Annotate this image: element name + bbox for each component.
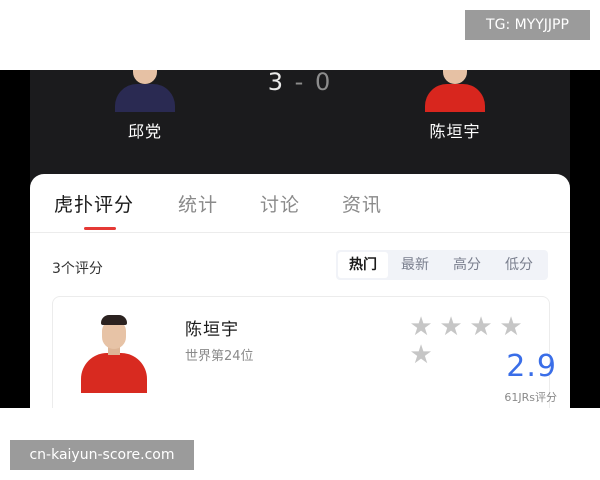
star-rating[interactable]: ★ ★ ★ ★★ [407,313,549,369]
star-icon[interactable]: ★ [497,313,525,341]
star-icon[interactable]: ★ [467,313,495,341]
video-frame: 邱党 3 - 0 陈垣宇 虎扑评分 统计 讨论 资讯 3个评分 热门 最新 高分… [0,70,600,408]
watermark-top: TG: MYYJJPP [465,10,590,40]
score-separator: - [294,70,306,96]
match-score: 3 - 0 [255,70,345,96]
player-name: 陈垣宇 [185,320,239,340]
vote-count: 61JRs评分 [504,391,557,404]
sort-hot-button[interactable]: 热门 [338,252,388,278]
average-score: 2.9 [506,349,557,384]
away-player-avatar [423,70,487,112]
away-player[interactable]: 陈垣宇 [410,70,500,142]
star-icon[interactable]: ★ [407,313,435,341]
ratings-count: 3个评分 [52,261,103,277]
app-screen: 邱党 3 - 0 陈垣宇 虎扑评分 统计 讨论 资讯 3个评分 热门 最新 高分… [30,70,570,408]
player-rating-card[interactable]: 陈垣宇 世界第24位 ★ ★ ★ ★★ 2.9 61JRs评分 [52,296,557,408]
star-icon[interactable]: ★ [407,341,435,369]
watermark-bottom: cn-kaiyun-score.com [10,440,194,470]
sort-low-button[interactable]: 低分 [494,250,544,280]
score-away: 0 [314,70,333,96]
player-photo [77,313,149,393]
home-player-avatar [113,70,177,112]
ratings-panel: 虎扑评分 统计 讨论 资讯 3个评分 热门 最新 高分 低分 陈垣宇 世界第24… [30,174,570,408]
sort-high-button[interactable]: 高分 [442,250,492,280]
player-world-rank: 世界第24位 [185,349,254,364]
home-player[interactable]: 邱党 [100,70,190,142]
away-player-name: 陈垣宇 [429,122,481,141]
tab-stats[interactable]: 统计 [178,190,218,217]
tab-discussion[interactable]: 讨论 [260,190,300,217]
sort-toggle-group: 热门 最新 高分 低分 [336,250,548,280]
score-home: 3 [267,70,286,96]
active-tab-indicator [84,227,116,230]
tab-news[interactable]: 资讯 [342,190,382,217]
star-icon[interactable]: ★ [437,313,465,341]
tab-hupu-rating[interactable]: 虎扑评分 [54,190,134,217]
sort-latest-button[interactable]: 最新 [390,250,440,280]
tab-bar: 虎扑评分 统计 讨论 资讯 [30,174,570,232]
divider [30,232,570,233]
home-player-name: 邱党 [127,122,162,141]
